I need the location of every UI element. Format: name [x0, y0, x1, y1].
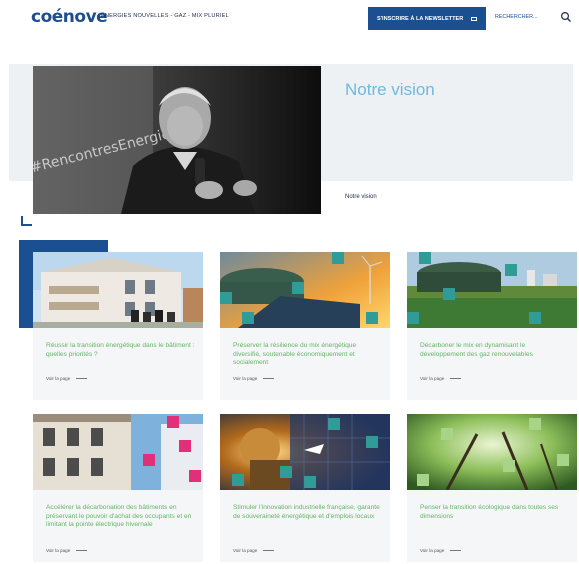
card-decarbonize[interactable]: Décarboner le mix en dynamisant le dével…	[407, 252, 577, 400]
search-icon[interactable]	[560, 11, 572, 23]
card-image-energy	[220, 252, 390, 328]
coenove-logo[interactable]: coénove	[31, 7, 108, 27]
card-title: Accélérer la décarbonation des bâtiments…	[46, 504, 192, 529]
site-header: coénove ÉNERGIES NOUVELLES - GAZ - MIX P…	[0, 0, 579, 36]
newsletter-label: S'INSCRIRE À LA NEWSLETTER	[377, 15, 464, 22]
card-more-link[interactable]: Voir la page	[420, 376, 462, 381]
hero-photo: #RencontresEnergie	[33, 66, 321, 214]
card-image-building	[33, 252, 203, 328]
card-title: Préserver la résilience du mix énergétiq…	[233, 342, 357, 367]
card-more-link[interactable]: Voir la page	[233, 548, 275, 553]
card-image-forest	[407, 414, 577, 490]
card-image-facade	[33, 414, 203, 490]
card-more-link[interactable]: Voir la page	[46, 376, 88, 381]
card-title: Penser la transition écologique dans tou…	[420, 504, 559, 520]
hero-vision-link[interactable]: Notre vision	[345, 194, 377, 200]
card-image-welding	[220, 414, 390, 490]
card-more-link[interactable]: Voir la page	[233, 376, 275, 381]
card-building[interactable]: Réussir la transition énergétique dans l…	[33, 252, 203, 400]
card-title: Stimuler l'innovation industrielle franç…	[233, 504, 380, 520]
card-resilience[interactable]: Préserver la résilience du mix énergétiq…	[220, 252, 390, 400]
card-title: Décarboner le mix en dynamisant le dével…	[420, 342, 533, 358]
card-more-link[interactable]: Voir la page	[420, 548, 462, 553]
card-buildings-decarbonation[interactable]: Accélérer la décarbonation des bâtiments…	[33, 414, 203, 562]
newsletter-button[interactable]: S'INSCRIRE À LA NEWSLETTER	[368, 7, 486, 30]
card-ecological-transition[interactable]: Penser la transition écologique dans tou…	[407, 414, 577, 562]
corner-decoration	[21, 216, 32, 226]
card-image-biogas	[407, 252, 577, 328]
card-more-link[interactable]: Voir la page	[46, 548, 88, 553]
search-link[interactable]: RECHERCHER...	[495, 14, 538, 20]
site-tagline: ÉNERGIES NOUVELLES - GAZ - MIX PLURIEL	[101, 13, 229, 19]
envelope-icon	[471, 16, 478, 21]
hero-title: Notre vision	[345, 80, 435, 99]
card-innovation[interactable]: Stimuler l'innovation industrielle franç…	[220, 414, 390, 562]
card-title: Réussir la transition énergétique dans l…	[46, 342, 195, 358]
